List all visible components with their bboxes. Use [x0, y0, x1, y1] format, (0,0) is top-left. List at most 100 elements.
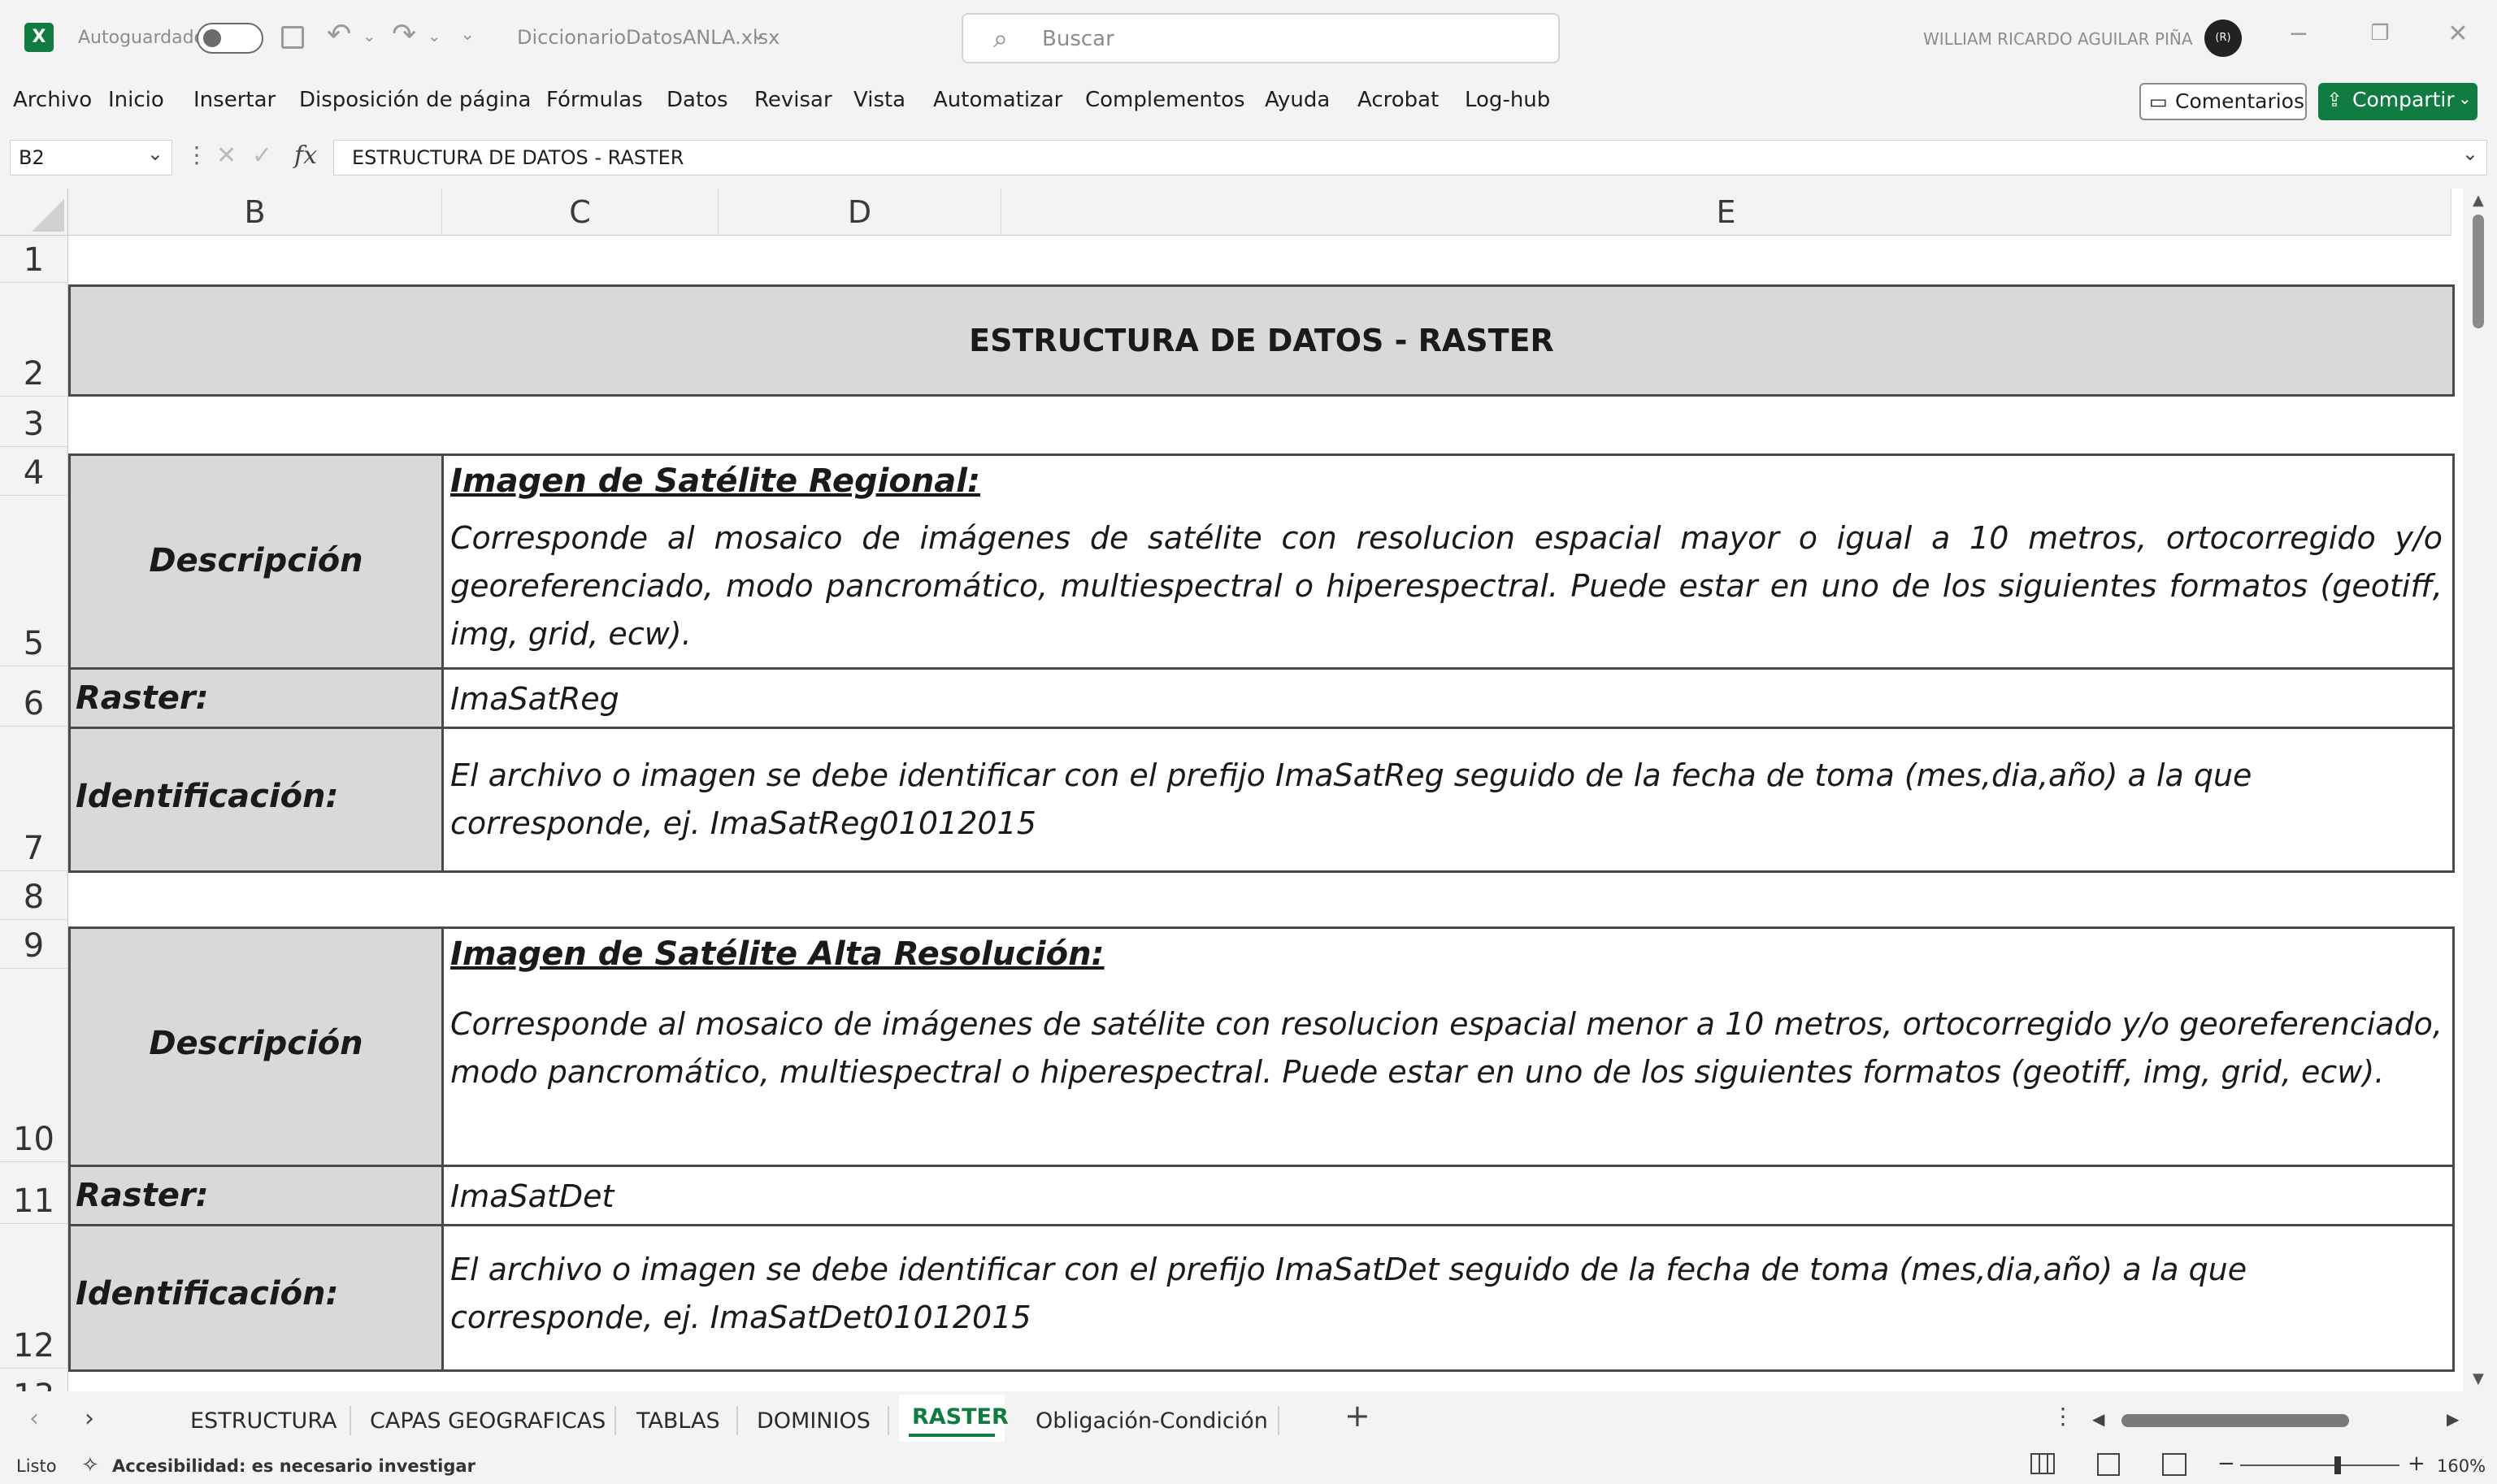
formula-input[interactable]: ESTRUCTURA DE DATOS - RASTER ⌄ — [333, 140, 2487, 176]
raster-label-cell-1[interactable]: Raster: — [68, 667, 444, 729]
name-box-chevron-icon[interactable]: ⌄ — [147, 142, 163, 165]
sheet-title-cell[interactable]: ESTRUCTURA DE DATOS - RASTER — [68, 284, 2455, 397]
restore-icon[interactable]: ❐ — [2356, 21, 2404, 46]
menu-revisar[interactable]: Revisar — [754, 88, 832, 112]
file-name[interactable]: DiccionarioDatosANLA.xlsx — [517, 26, 779, 49]
customize-toolbar-icon[interactable]: ⌄ — [460, 24, 475, 45]
tab-obligacion-condicion[interactable]: Obligación-Condición — [1036, 1408, 1268, 1434]
vertical-scroll-thumb[interactable] — [2473, 215, 2484, 328]
close-icon[interactable]: ✕ — [2434, 20, 2482, 48]
menu-acrobat[interactable]: Acrobat — [1357, 88, 1439, 112]
tab-dominios[interactable]: DOMINIOS — [757, 1408, 871, 1434]
autosave-toggle[interactable] — [197, 23, 263, 54]
row-header-3[interactable]: 3 — [0, 397, 68, 447]
accessibility-status[interactable]: Accesibilidad: es necesario investigar — [112, 1456, 476, 1476]
row-header-11[interactable]: 11 — [0, 1162, 68, 1224]
zoom-level[interactable]: 160% — [2437, 1456, 2486, 1476]
confirm-formula-icon[interactable]: ✓ — [252, 141, 272, 170]
scroll-up-icon[interactable]: ▲ — [2473, 192, 2484, 209]
file-name-chevron-icon[interactable]: ⌄ — [751, 24, 766, 45]
menu-formulas[interactable]: Fórmulas — [546, 88, 643, 112]
row-header-12[interactable]: 12 — [0, 1224, 68, 1369]
raster-value-2: ImaSatDet — [450, 1178, 614, 1214]
select-all-corner[interactable] — [0, 189, 68, 236]
row-header-1[interactable]: 1 — [0, 236, 68, 283]
identification-text-1: El archivo o imagen se debe identificar … — [450, 757, 2252, 841]
comments-button[interactable]: ▭ Comentarios — [2139, 83, 2307, 120]
row-header-9[interactable]: 9 — [0, 920, 68, 969]
cancel-formula-icon[interactable]: ✕ — [216, 141, 237, 170]
scroll-left-icon[interactable]: ◀ — [2092, 1409, 2104, 1429]
page-break-view-icon[interactable] — [2162, 1453, 2187, 1476]
menu-insertar[interactable]: Insertar — [193, 88, 276, 112]
accessibility-icon[interactable]: ✧ — [81, 1453, 99, 1477]
row-header-5[interactable]: 5 — [0, 496, 68, 666]
redo-icon[interactable]: ↷ — [392, 18, 416, 51]
row-header-4[interactable]: 4 — [0, 447, 68, 496]
menu-automatizar[interactable]: Automatizar — [933, 88, 1062, 112]
avatar[interactable]: (R) — [2204, 20, 2242, 57]
add-sheet-icon[interactable]: + — [1344, 1398, 1370, 1434]
share-button[interactable]: ⇪ Compartir ⌄ — [2318, 83, 2477, 120]
zoom-slider-thumb[interactable] — [2334, 1456, 2341, 1474]
menu-ayuda[interactable]: Ayuda — [1265, 88, 1330, 112]
menu-log-hub[interactable]: Log-hub — [1465, 88, 1550, 112]
minimize-icon[interactable]: − — [2274, 20, 2323, 48]
menu-disposicion-pagina[interactable]: Disposición de página — [299, 88, 531, 112]
description-label-cell-1[interactable]: Descripción — [68, 453, 444, 670]
scroll-right-icon[interactable]: ▶ — [2447, 1409, 2459, 1429]
zoom-in-icon[interactable]: + — [2408, 1451, 2425, 1476]
undo-icon[interactable]: ↶ — [327, 18, 351, 51]
description-text-cell-2[interactable]: Imagen de Satélite Alta Resolución: Corr… — [441, 926, 2455, 1167]
menu-complementos[interactable]: Complementos — [1085, 88, 1245, 112]
description-text-cell-1[interactable]: Imagen de Satélite Regional: Corresponde… — [441, 453, 2455, 670]
row-header-6[interactable]: 6 — [0, 666, 68, 727]
menu-datos[interactable]: Datos — [667, 88, 728, 112]
row-header-7[interactable]: 7 — [0, 727, 68, 871]
raster-label-cell-2[interactable]: Raster: — [68, 1165, 444, 1226]
next-sheet-icon[interactable]: › — [85, 1404, 94, 1433]
insert-function-icon[interactable]: fx — [294, 141, 317, 170]
description-label-cell-2[interactable]: Descripción — [68, 926, 444, 1167]
menu-vista[interactable]: Vista — [853, 88, 905, 112]
undo-dropdown-icon[interactable]: ⌄ — [363, 26, 376, 46]
tab-raster-active[interactable]: RASTER — [899, 1395, 1009, 1442]
redo-dropdown-icon[interactable]: ⌄ — [428, 26, 441, 46]
zoom-out-icon[interactable]: − — [2217, 1451, 2235, 1476]
menu-archivo[interactable]: Archivo — [13, 88, 92, 112]
tab-estructura[interactable]: ESTRUCTURA — [190, 1408, 337, 1434]
expand-formula-icon[interactable]: ⌄ — [2462, 142, 2478, 165]
horizontal-scroll-thumb[interactable] — [2121, 1414, 2349, 1427]
zoom-slider[interactable] — [2240, 1456, 2399, 1474]
save-icon[interactable] — [281, 26, 304, 49]
tab-capas-geograficas[interactable]: CAPAS GEOGRAFICAS — [370, 1408, 606, 1434]
raster-value-cell-1[interactable]: ImaSatReg — [441, 667, 2455, 729]
name-box[interactable]: B2 ⌄ — [10, 140, 172, 176]
vertical-scrollbar[interactable]: ▲ ▼ — [2463, 189, 2497, 1391]
raster-value-cell-2[interactable]: ImaSatDet — [441, 1165, 2455, 1226]
column-header-b[interactable]: B — [68, 189, 442, 236]
row-header-2[interactable]: 2 — [0, 283, 68, 397]
row-header-13[interactable]: 13 — [0, 1369, 68, 1391]
row-header-8[interactable]: 8 — [0, 871, 68, 920]
scroll-down-icon[interactable]: ▼ — [2473, 1370, 2484, 1387]
menu-inicio[interactable]: Inicio — [108, 88, 164, 112]
excel-logo-icon[interactable]: X — [24, 23, 54, 52]
column-header-c[interactable]: C — [442, 189, 719, 236]
tab-tablas[interactable]: TABLAS — [636, 1408, 720, 1434]
formula-options-icon[interactable]: ⋮ — [185, 141, 208, 168]
prev-sheet-icon[interactable]: ‹ — [29, 1404, 39, 1433]
column-header-d[interactable]: D — [719, 189, 1001, 236]
identification-label-cell-2[interactable]: Identificación: — [68, 1224, 444, 1372]
identification-text-cell-1[interactable]: El archivo o imagen se debe identificar … — [441, 727, 2455, 873]
page-layout-view-icon[interactable] — [2097, 1453, 2120, 1476]
column-header-e[interactable]: E — [1001, 189, 2451, 236]
row-header-10[interactable]: 10 — [0, 969, 68, 1162]
tabs-options-icon[interactable]: ⋮ — [2052, 1403, 2074, 1430]
user-name[interactable]: WILLIAM RICARDO AGUILAR PIÑA — [1923, 29, 2193, 49]
spreadsheet-grid[interactable]: B C D E 1 2 3 4 5 6 7 8 9 10 11 12 13 ES… — [0, 189, 2497, 1391]
identification-text-cell-2[interactable]: El archivo o imagen se debe identificar … — [441, 1224, 2455, 1372]
horizontal-scrollbar[interactable] — [2121, 1414, 2447, 1427]
normal-view-icon[interactable] — [2030, 1453, 2055, 1474]
identification-label-cell-1[interactable]: Identificación: — [68, 727, 444, 873]
